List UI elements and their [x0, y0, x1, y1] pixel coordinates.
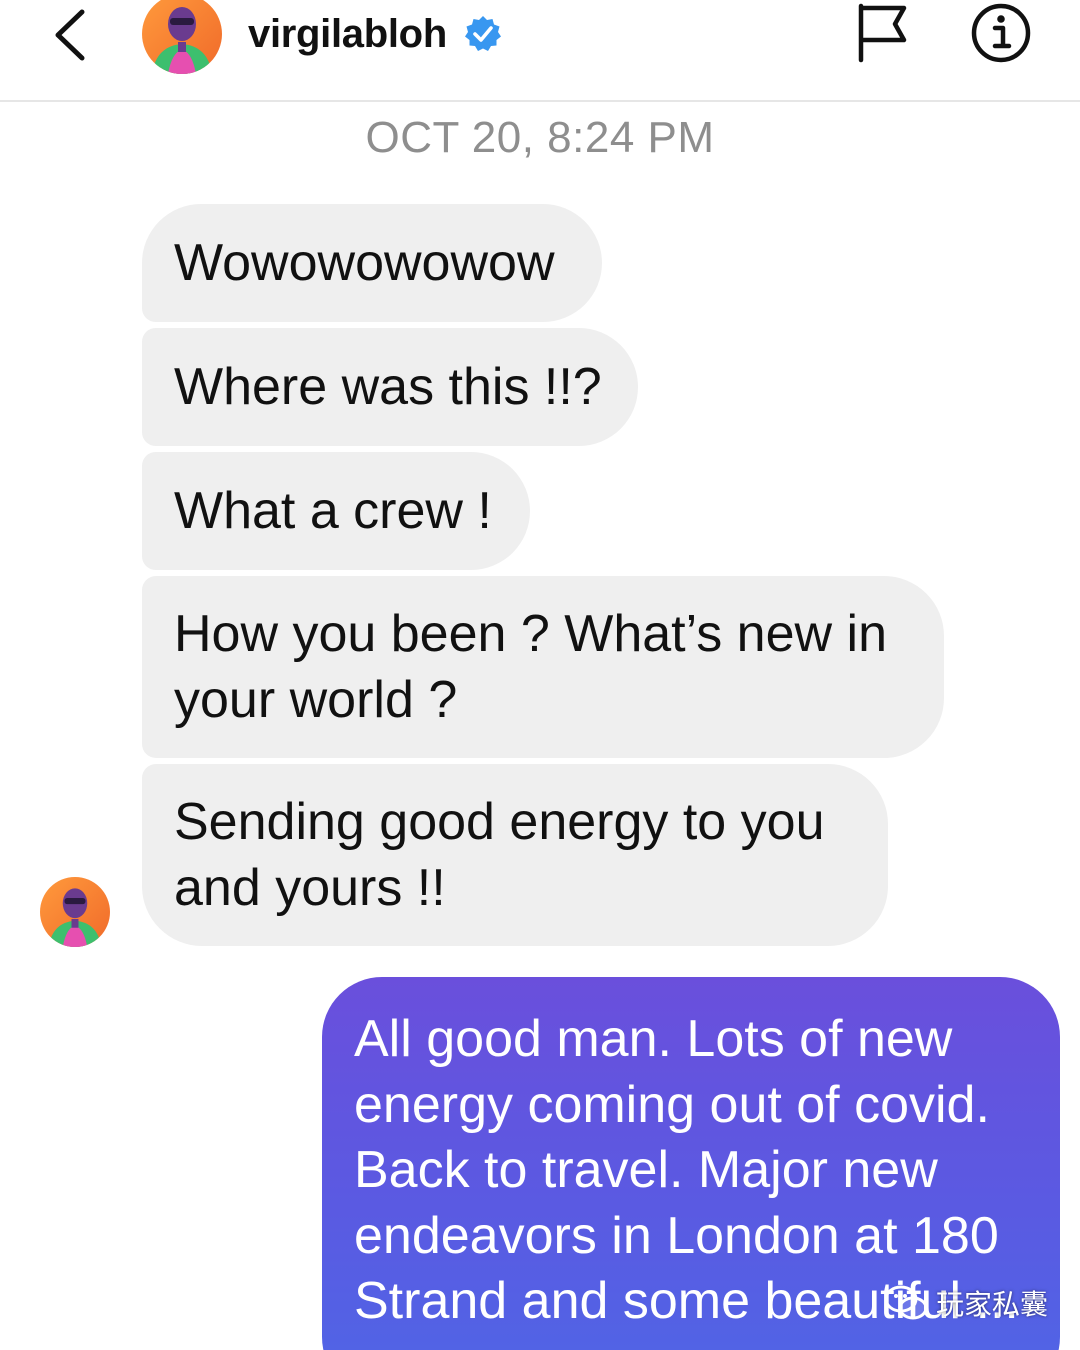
incoming-message-bubble[interactable]: How you been ? What’s new in your world … — [142, 576, 944, 758]
verified-badge-icon — [465, 16, 501, 51]
wechat-icon — [884, 1285, 928, 1320]
message-timestamp: OCT 20, 8:24 PM — [365, 113, 715, 162]
watermark: 玩家私囊 — [884, 1278, 1048, 1328]
chevron-left-icon — [55, 9, 85, 61]
profile-avatar[interactable] — [142, 0, 222, 74]
info-icon — [971, 3, 1031, 63]
incoming-message-bubble[interactable]: Sending good energy to you and yours !! — [142, 764, 888, 946]
flag-icon — [858, 3, 907, 63]
report-flag-button[interactable] — [852, 0, 912, 64]
watermark-text: 玩家私囊 — [936, 1289, 1049, 1320]
incoming-message-bubble[interactable]: Wowowowowow — [142, 204, 602, 322]
thread-header: virgilabloh — [0, 0, 1080, 102]
sender-avatar[interactable] — [40, 877, 110, 947]
thread-username[interactable]: virgilabloh — [248, 12, 447, 57]
avatar-image — [142, 0, 222, 74]
back-button[interactable] — [40, 2, 100, 66]
incoming-message-bubble[interactable]: What a crew ! — [142, 452, 530, 570]
dm-thread-screen: virgilabloh OCT 20, 8:24 PM Wowowowowow … — [0, 0, 1080, 1350]
avatar-image — [40, 877, 110, 947]
incoming-message-bubble[interactable]: Where was this !!? — [142, 328, 638, 446]
info-button[interactable] — [968, 0, 1034, 66]
